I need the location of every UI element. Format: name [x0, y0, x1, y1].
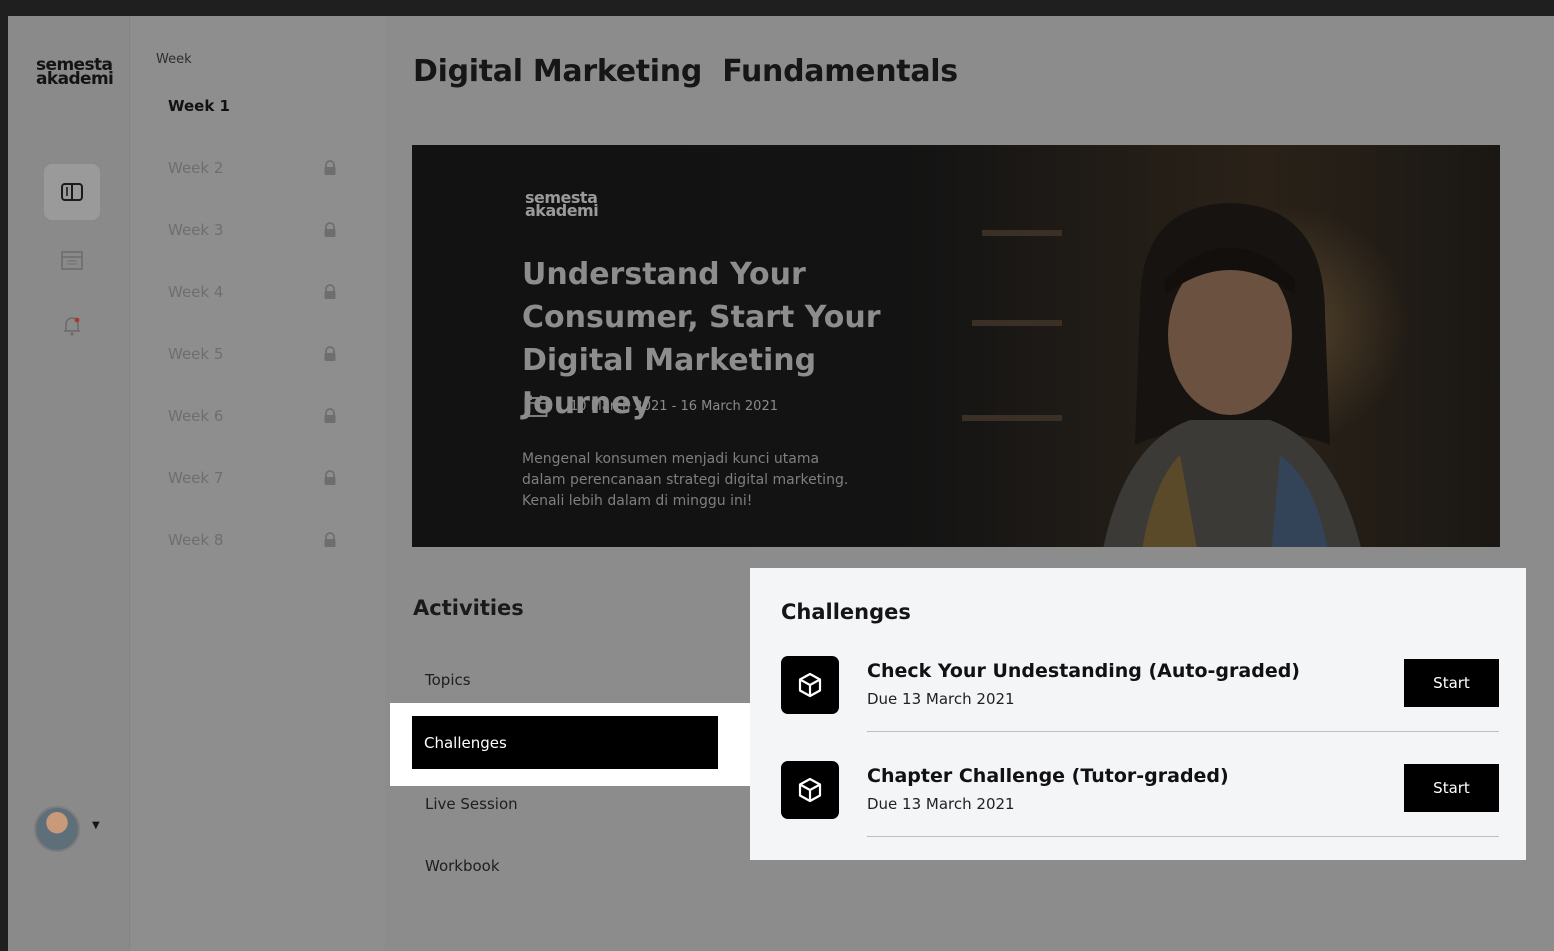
lock-icon: [324, 284, 336, 299]
start-challenge-button[interactable]: Start: [1404, 764, 1499, 812]
challenge-title[interactable]: Check Your Undestanding (Auto-graded): [867, 660, 1300, 682]
week-item-3[interactable]: Week 3: [168, 218, 338, 242]
rail-calendar-button[interactable]: [44, 232, 100, 288]
app-frame: semesta akademi ▼ Week Week 1 Week 2 Wee…: [8, 16, 1554, 951]
challenge-title[interactable]: Chapter Challenge (Tutor-graded): [867, 765, 1229, 787]
page-title: Digital Marketing Fundamentals: [413, 54, 958, 89]
banner-date-range: 10 March 2021 - 16 March 2021: [524, 395, 778, 417]
tab-challenges[interactable]: Challenges: [412, 716, 718, 769]
banner-shelf: [982, 230, 1062, 236]
calendar-icon: [61, 251, 83, 270]
week-item-2[interactable]: Week 2: [168, 156, 338, 180]
start-challenge-button[interactable]: Start: [1404, 659, 1499, 707]
divider: [867, 836, 1499, 837]
week-list: Week Week 1 Week 2 Week 3 Week 4 Week 5 …: [130, 16, 385, 951]
challenges-heading: Challenges: [781, 600, 911, 624]
tab-workbook[interactable]: Workbook: [425, 857, 500, 875]
challenge-item: Check Your Undestanding (Auto-graded) Du…: [781, 656, 1499, 734]
banner-shelf: [972, 320, 1062, 326]
banner-shelf: [962, 415, 1062, 421]
cube-icon: [781, 656, 839, 714]
challenges-panel: Challenges Check Your Undestanding (Auto…: [750, 568, 1526, 860]
tab-live-session[interactable]: Live Session: [425, 795, 518, 813]
lock-icon: [324, 470, 336, 485]
challenge-due-date: Due 13 March 2021: [867, 795, 1015, 813]
user-avatar[interactable]: [34, 806, 80, 852]
tab-topics[interactable]: Topics: [425, 671, 471, 689]
challenge-item: Chapter Challenge (Tutor-graded) Due 13 …: [781, 761, 1499, 839]
week-item-7[interactable]: Week 7: [168, 466, 338, 490]
divider: [867, 731, 1499, 732]
week-item-6[interactable]: Week 6: [168, 404, 338, 428]
icon-rail: semesta akademi ▼: [8, 16, 130, 951]
bell-icon: [64, 317, 80, 336]
banner-logo: semesta akademi: [525, 188, 599, 220]
week-item-4[interactable]: Week 4: [168, 280, 338, 304]
calendar-icon: [524, 395, 548, 417]
lock-icon: [324, 408, 336, 423]
week-item-8[interactable]: Week 8: [168, 528, 338, 552]
lock-icon: [324, 532, 336, 547]
week-banner: semesta akademi Understand Your Consumer…: [412, 145, 1500, 547]
cube-icon: [781, 761, 839, 819]
week-list-heading: Week: [156, 52, 192, 67]
rail-notifications-button[interactable]: [44, 298, 100, 354]
rail-courses-button[interactable]: [44, 164, 100, 220]
lock-icon: [324, 346, 336, 361]
banner-description: Mengenal konsumen menjadi kunci utama da…: [522, 451, 849, 509]
chevron-down-icon[interactable]: ▼: [92, 820, 100, 831]
activities-heading: Activities: [413, 596, 524, 620]
brand-logo[interactable]: semesta akademi: [36, 57, 114, 88]
lock-icon: [324, 160, 336, 175]
book-icon: [61, 183, 83, 201]
week-item-5[interactable]: Week 5: [168, 342, 338, 366]
lock-icon: [324, 222, 336, 237]
challenge-due-date: Due 13 March 2021: [867, 690, 1015, 708]
instructor-photo: [1103, 203, 1361, 547]
week-item-1[interactable]: Week 1: [168, 94, 338, 118]
